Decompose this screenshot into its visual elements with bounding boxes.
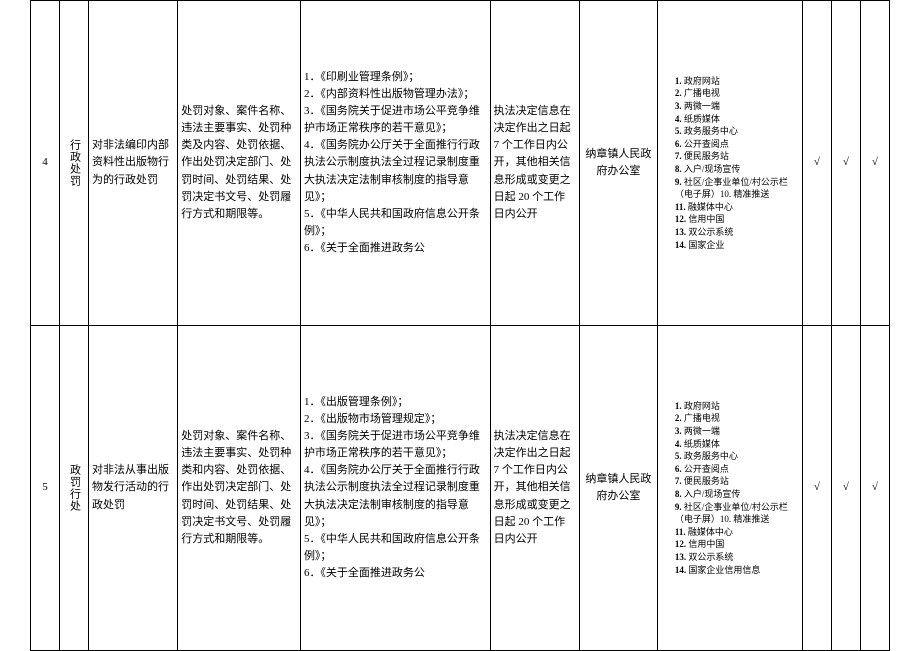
row-desc: 处罚对象、案件名称、违法主要事实、处罚种类及内容、处罚依据、作出处罚决定部门、处… bbox=[178, 1, 301, 326]
row-item: 对非法从事出版物发行活动的行政处罚 bbox=[89, 326, 178, 651]
row-channels: 政府网站 广播电视 两微一端 纸质媒体 政务服务中心 公开查阅点 便民服务站 入… bbox=[657, 326, 802, 651]
row-channels: 政府网站 广播电视 两微一端 纸质媒体 政务服务中心 公开查阅点 便民服务站 入… bbox=[657, 1, 802, 326]
row-type: 政罚行处 bbox=[60, 326, 89, 651]
row-type: 行政处罚 bbox=[60, 1, 89, 326]
table-row: 4 行政处罚 对非法编印内部资料性出版物行为的行政处罚 处罚对象、案件名称、违法… bbox=[31, 1, 890, 326]
checkbox-2: √ bbox=[831, 1, 860, 326]
checkbox-1: √ bbox=[802, 1, 831, 326]
row-item: 对非法编印内部资料性出版物行为的行政处罚 bbox=[89, 1, 178, 326]
row-index: 4 bbox=[31, 1, 60, 326]
row-index: 5 bbox=[31, 326, 60, 651]
disclosure-table: 4 行政处罚 对非法编印内部资料性出版物行为的行政处罚 处罚对象、案件名称、违法… bbox=[30, 0, 890, 651]
row-basis: 1．《印刷业管理条例》； 2．《内部资料性出版物管理办法》； 3．《国务院关于促… bbox=[300, 1, 490, 326]
row-time: 执法决定信息在决定作出之日起 7 个工作日内公开，其他相关信息形成或变更之日起 … bbox=[490, 1, 579, 326]
checkbox-3: √ bbox=[860, 1, 889, 326]
row-basis: 1．《出版管理条例》； 2．《出版物市场管理规定》； 3．《国务院关于促进市场公… bbox=[300, 326, 490, 651]
row-desc: 处罚对象、案件名称、违法主要事实、处罚种类和内容、处罚依据、作出处罚决定部门、处… bbox=[178, 326, 301, 651]
row-org: 纳章镇人民政府办公室 bbox=[579, 1, 657, 326]
row-time: 执法决定信息在决定作出之日起 7 个工作日内公开，其他相关信息形成或变更之日起 … bbox=[490, 326, 579, 651]
row-org: 纳章镇人民政府办公室 bbox=[579, 326, 657, 651]
channels-list: 政府网站 广播电视 两微一端 纸质媒体 政务服务中心 公开查阅点 便民服务站 入… bbox=[661, 75, 799, 251]
table-row: 5 政罚行处 对非法从事出版物发行活动的行政处罚 处罚对象、案件名称、违法主要事… bbox=[31, 326, 890, 651]
checkbox-2: √ bbox=[831, 326, 860, 651]
channels-list: 政府网站 广播电视 两微一端 纸质媒体 政务服务中心 公开查阅点 便民服务站 入… bbox=[661, 400, 799, 576]
checkbox-1: √ bbox=[802, 326, 831, 651]
checkbox-3: √ bbox=[860, 326, 889, 651]
